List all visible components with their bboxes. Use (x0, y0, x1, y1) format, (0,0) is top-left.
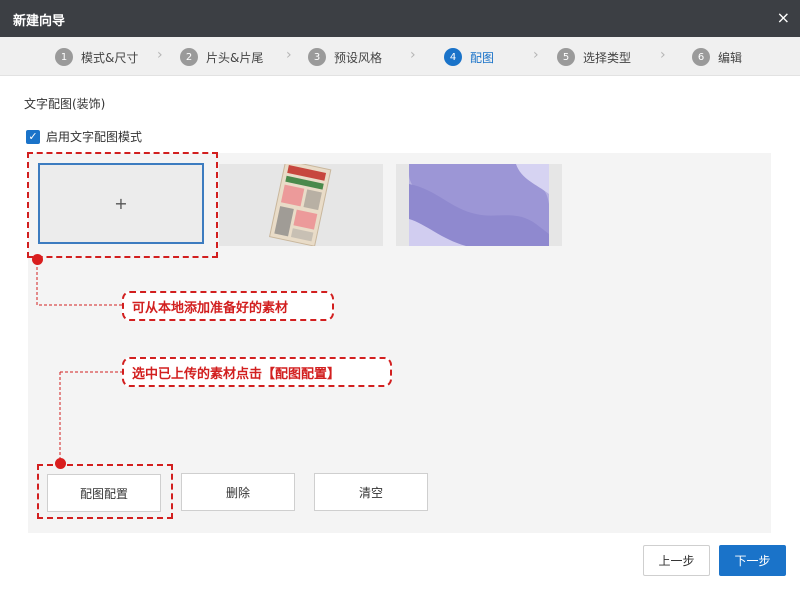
prev-step-button[interactable]: 上一步 (643, 545, 710, 576)
annotation-dot (55, 458, 66, 469)
delete-button[interactable]: 删除 (181, 473, 295, 511)
callout-add-local: 可从本地添加准备好的素材 (122, 291, 334, 321)
next-step-button[interactable]: 下一步 (719, 545, 786, 576)
config-button[interactable]: 配图配置 (47, 474, 161, 512)
clear-button[interactable]: 清空 (314, 473, 428, 511)
callout-select-config: 选中已上传的素材点击【配图配置】 (122, 357, 392, 387)
